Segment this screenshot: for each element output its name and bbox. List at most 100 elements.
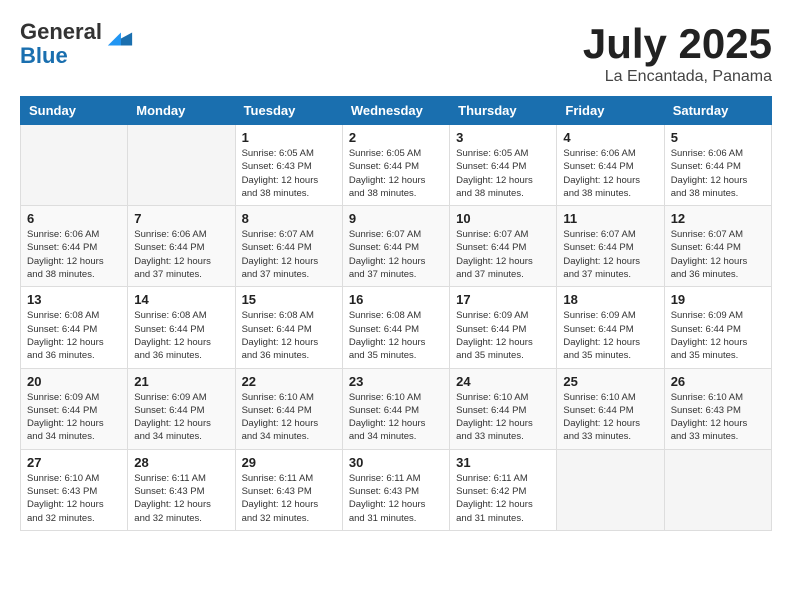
calendar-cell: 18 Sunrise: 6:09 AMSunset: 6:44 PMDayligh… xyxy=(557,287,664,368)
cell-info: Sunrise: 6:06 AMSunset: 6:44 PMDaylight:… xyxy=(27,228,121,281)
cell-info: Sunrise: 6:11 AMSunset: 6:43 PMDaylight:… xyxy=(134,472,228,525)
day-number: 29 xyxy=(242,455,336,470)
calendar-table: SundayMondayTuesdayWednesdayThursdayFrid… xyxy=(20,96,772,531)
cell-info: Sunrise: 6:07 AMSunset: 6:44 PMDaylight:… xyxy=(242,228,336,281)
cell-info: Sunrise: 6:07 AMSunset: 6:44 PMDaylight:… xyxy=(563,228,657,281)
column-header-friday: Friday xyxy=(557,97,664,125)
day-number: 11 xyxy=(563,211,657,226)
cell-info: Sunrise: 6:08 AMSunset: 6:44 PMDaylight:… xyxy=(349,309,443,362)
cell-info: Sunrise: 6:10 AMSunset: 6:44 PMDaylight:… xyxy=(563,391,657,444)
calendar-cell: 6Sunrise: 6:06 AMSunset: 6:44 PMDaylight… xyxy=(21,206,128,287)
calendar-cell: 21Sunrise: 6:09 AMSunset: 6:44 PMDayligh… xyxy=(128,368,235,449)
day-number: 24 xyxy=(456,374,550,389)
day-number: 26 xyxy=(671,374,765,389)
calendar-cell: 9 Sunrise: 6:07 AMSunset: 6:44 PMDaylight… xyxy=(342,206,449,287)
month-title: July 2025 xyxy=(583,20,772,68)
cell-info: Sunrise: 6:10 AMSunset: 6:43 PMDaylight:… xyxy=(671,391,765,444)
day-number: 16 xyxy=(349,292,443,307)
day-number: 9 xyxy=(349,211,443,226)
cell-info: Sunrise: 6:07 AMSunset: 6:44 PMDaylight:… xyxy=(456,228,550,281)
calendar-cell: 11 Sunrise: 6:07 AMSunset: 6:44 PMDayligh… xyxy=(557,206,664,287)
day-number: 2 xyxy=(349,130,443,145)
cell-info: Sunrise: 6:09 AMSunset: 6:44 PMDaylight:… xyxy=(27,391,121,444)
column-header-thursday: Thursday xyxy=(450,97,557,125)
cell-info: Sunrise: 6:10 AMSunset: 6:43 PMDaylight:… xyxy=(27,472,121,525)
calendar-cell: 25 Sunrise: 6:10 AMSunset: 6:44 PMDayligh… xyxy=(557,368,664,449)
day-number: 18 xyxy=(563,292,657,307)
calendar-cell: 5 Sunrise: 6:06 AMSunset: 6:44 PMDaylight… xyxy=(664,125,771,206)
calendar-cell xyxy=(21,125,128,206)
calendar-cell: 31Sunrise: 6:11 AMSunset: 6:42 PMDayligh… xyxy=(450,449,557,530)
day-number: 27 xyxy=(27,455,121,470)
calendar-cell: 26 Sunrise: 6:10 AMSunset: 6:43 PMDayligh… xyxy=(664,368,771,449)
cell-info: Sunrise: 6:08 AMSunset: 6:44 PMDaylight:… xyxy=(27,309,121,362)
cell-info: Sunrise: 6:06 AMSunset: 6:44 PMDaylight:… xyxy=(563,147,657,200)
logo-blue: Blue xyxy=(20,44,102,68)
column-header-monday: Monday xyxy=(128,97,235,125)
cell-info: Sunrise: 6:07 AMSunset: 6:44 PMDaylight:… xyxy=(349,228,443,281)
page-header: General Blue July 2025 La Encantada, Pan… xyxy=(20,20,772,86)
calendar-cell xyxy=(664,449,771,530)
column-header-tuesday: Tuesday xyxy=(235,97,342,125)
day-number: 22 xyxy=(242,374,336,389)
day-number: 25 xyxy=(563,374,657,389)
calendar-cell: 16 Sunrise: 6:08 AMSunset: 6:44 PMDayligh… xyxy=(342,287,449,368)
cell-info: Sunrise: 6:10 AMSunset: 6:44 PMDaylight:… xyxy=(242,391,336,444)
cell-info: Sunrise: 6:09 AMSunset: 6:44 PMDaylight:… xyxy=(563,309,657,362)
logo-icon xyxy=(106,25,134,53)
calendar-cell: 22 Sunrise: 6:10 AMSunset: 6:44 PMDayligh… xyxy=(235,368,342,449)
day-number: 3 xyxy=(456,130,550,145)
cell-info: Sunrise: 6:11 AMSunset: 6:43 PMDaylight:… xyxy=(242,472,336,525)
cell-info: Sunrise: 6:09 AMSunset: 6:44 PMDaylight:… xyxy=(134,391,228,444)
calendar-cell: 27 Sunrise: 6:10 AMSunset: 6:43 PMDayligh… xyxy=(21,449,128,530)
logo-general: General xyxy=(20,20,102,44)
calendar-header-row: SundayMondayTuesdayWednesdayThursdayFrid… xyxy=(21,97,772,125)
calendar-week-2: 6Sunrise: 6:06 AMSunset: 6:44 PMDaylight… xyxy=(21,206,772,287)
cell-info: Sunrise: 6:05 AMSunset: 6:44 PMDaylight:… xyxy=(456,147,550,200)
column-header-wednesday: Wednesday xyxy=(342,97,449,125)
calendar-cell: 29 Sunrise: 6:11 AMSunset: 6:43 PMDayligh… xyxy=(235,449,342,530)
day-number: 28 xyxy=(134,455,228,470)
day-number: 19 xyxy=(671,292,765,307)
day-number: 7 xyxy=(134,211,228,226)
calendar-cell: 17Sunrise: 6:09 AMSunset: 6:44 PMDayligh… xyxy=(450,287,557,368)
logo: General Blue xyxy=(20,20,134,68)
day-number: 5 xyxy=(671,130,765,145)
location-subtitle: La Encantada, Panama xyxy=(583,68,772,86)
calendar-cell: 24 Sunrise: 6:10 AMSunset: 6:44 PMDayligh… xyxy=(450,368,557,449)
cell-info: Sunrise: 6:05 AMSunset: 6:44 PMDaylight:… xyxy=(349,147,443,200)
day-number: 30 xyxy=(349,455,443,470)
calendar-cell: 23Sunrise: 6:10 AMSunset: 6:44 PMDayligh… xyxy=(342,368,449,449)
cell-info: Sunrise: 6:06 AMSunset: 6:44 PMDaylight:… xyxy=(671,147,765,200)
calendar-week-4: 20 Sunrise: 6:09 AMSunset: 6:44 PMDayligh… xyxy=(21,368,772,449)
day-number: 4 xyxy=(563,130,657,145)
calendar-cell: 2 Sunrise: 6:05 AMSunset: 6:44 PMDaylight… xyxy=(342,125,449,206)
cell-info: Sunrise: 6:07 AMSunset: 6:44 PMDaylight:… xyxy=(671,228,765,281)
day-number: 8 xyxy=(242,211,336,226)
calendar-cell: 3 Sunrise: 6:05 AMSunset: 6:44 PMDaylight… xyxy=(450,125,557,206)
calendar-cell: 30 Sunrise: 6:11 AMSunset: 6:43 PMDayligh… xyxy=(342,449,449,530)
cell-info: Sunrise: 6:10 AMSunset: 6:44 PMDaylight:… xyxy=(456,391,550,444)
day-number: 14 xyxy=(134,292,228,307)
day-number: 10 xyxy=(456,211,550,226)
calendar-week-5: 27 Sunrise: 6:10 AMSunset: 6:43 PMDayligh… xyxy=(21,449,772,530)
day-number: 12 xyxy=(671,211,765,226)
cell-info: Sunrise: 6:05 AMSunset: 6:43 PMDaylight:… xyxy=(242,147,336,200)
cell-info: Sunrise: 6:08 AMSunset: 6:44 PMDaylight:… xyxy=(242,309,336,362)
calendar-cell: 1Sunrise: 6:05 AMSunset: 6:43 PMDaylight… xyxy=(235,125,342,206)
calendar-cell xyxy=(128,125,235,206)
calendar-cell: 28 Sunrise: 6:11 AMSunset: 6:43 PMDayligh… xyxy=(128,449,235,530)
day-number: 20 xyxy=(27,374,121,389)
cell-info: Sunrise: 6:09 AMSunset: 6:44 PMDaylight:… xyxy=(456,309,550,362)
day-number: 13 xyxy=(27,292,121,307)
calendar-cell: 12 Sunrise: 6:07 AMSunset: 6:44 PMDayligh… xyxy=(664,206,771,287)
calendar-cell: 19 Sunrise: 6:09 AMSunset: 6:44 PMDayligh… xyxy=(664,287,771,368)
day-number: 31 xyxy=(456,455,550,470)
calendar-cell: 4 Sunrise: 6:06 AMSunset: 6:44 PMDaylight… xyxy=(557,125,664,206)
calendar-cell: 13 Sunrise: 6:08 AMSunset: 6:44 PMDayligh… xyxy=(21,287,128,368)
cell-info: Sunrise: 6:11 AMSunset: 6:43 PMDaylight:… xyxy=(349,472,443,525)
calendar-cell: 14 Sunrise: 6:08 AMSunset: 6:44 PMDayligh… xyxy=(128,287,235,368)
calendar-week-3: 13 Sunrise: 6:08 AMSunset: 6:44 PMDayligh… xyxy=(21,287,772,368)
cell-info: Sunrise: 6:09 AMSunset: 6:44 PMDaylight:… xyxy=(671,309,765,362)
cell-info: Sunrise: 6:08 AMSunset: 6:44 PMDaylight:… xyxy=(134,309,228,362)
